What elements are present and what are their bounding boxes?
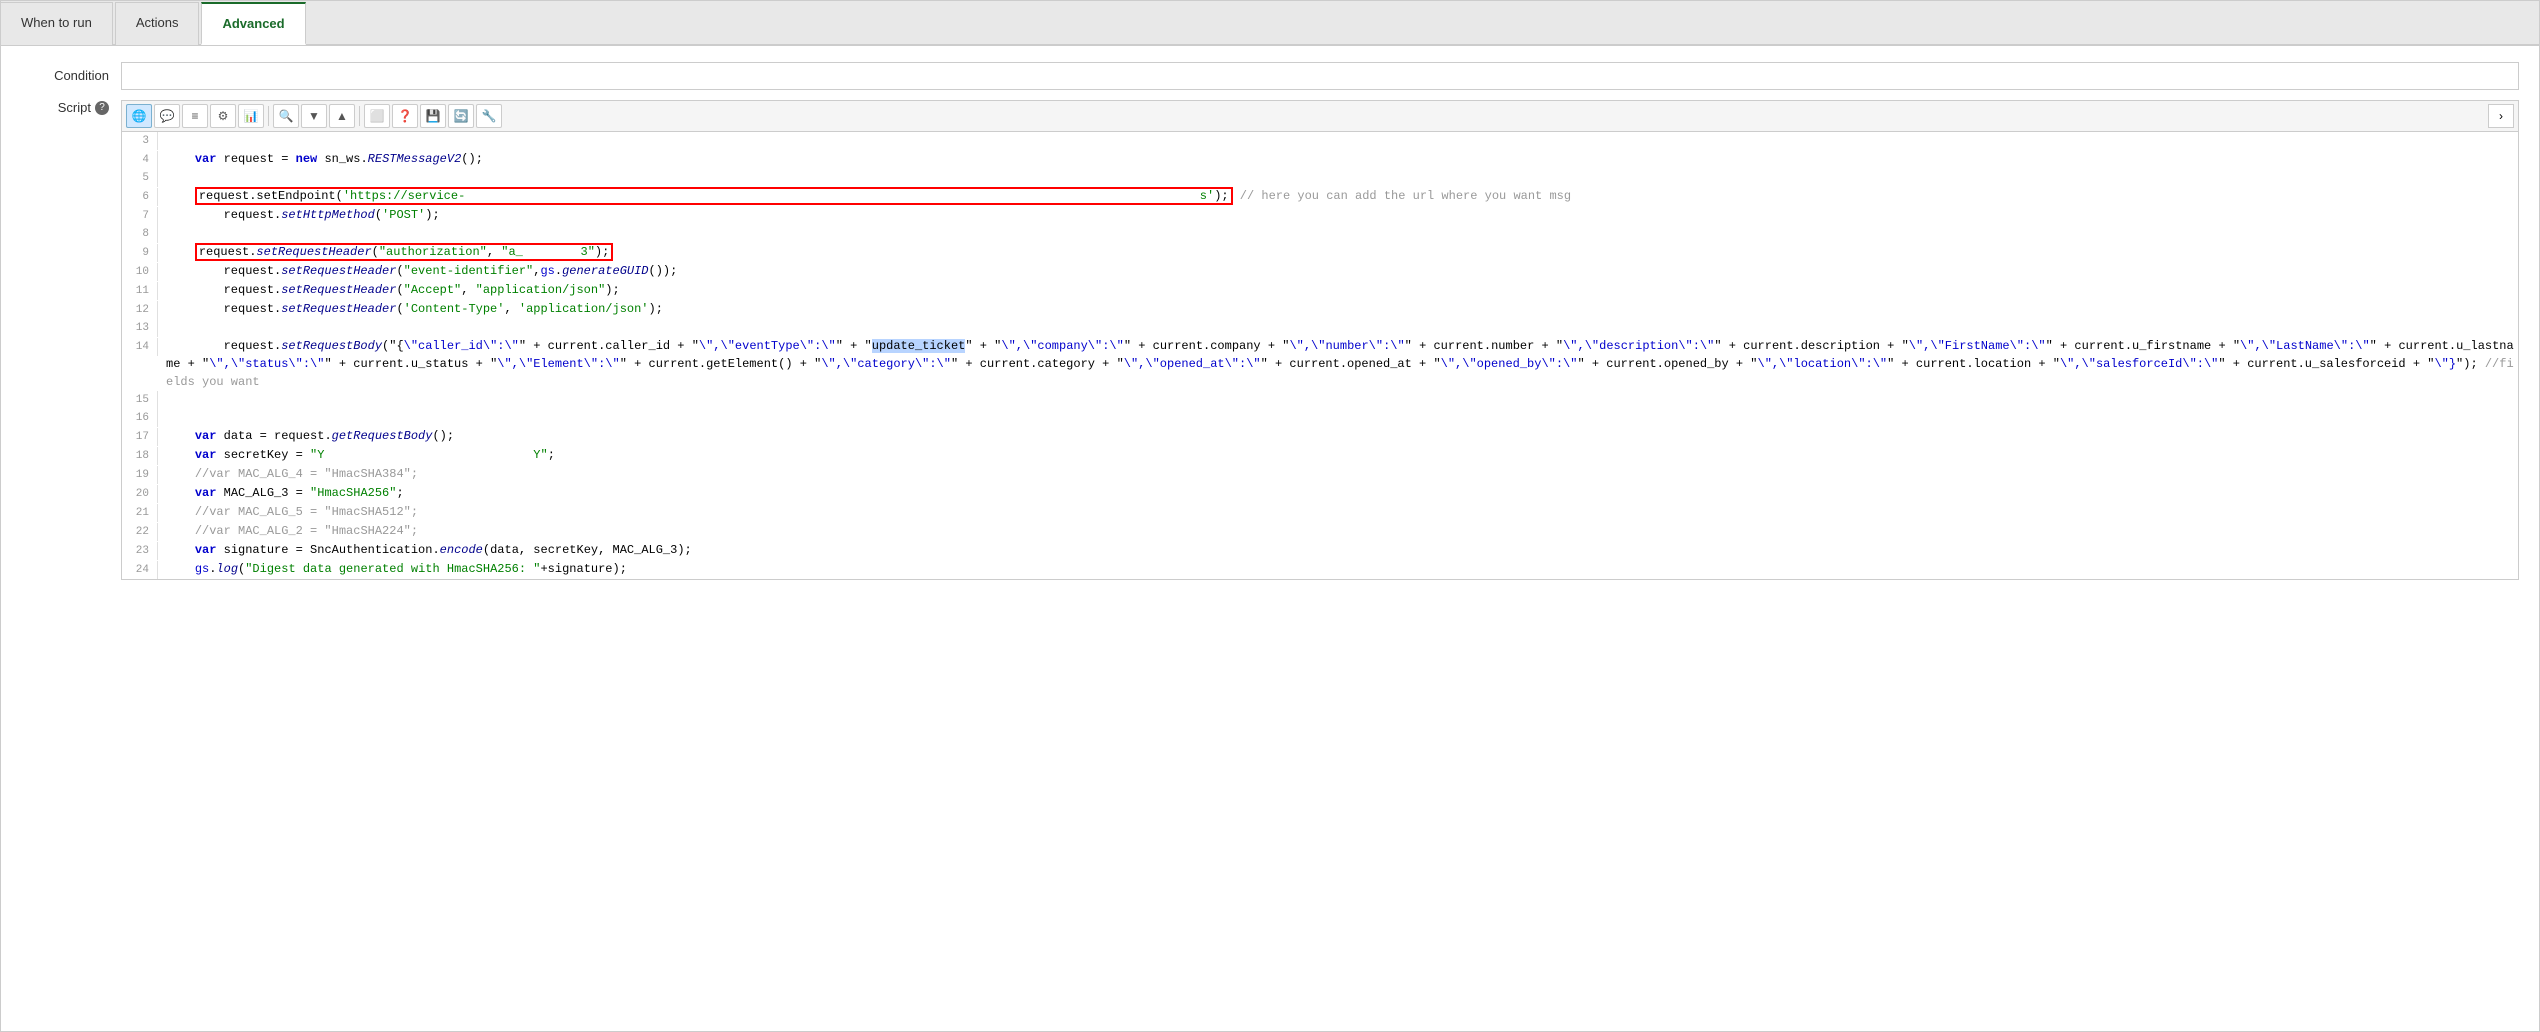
script-row: Script ? 🌐 💬 ≡ ⚙ 📊 🔍 ▼ ▲ ⬜ ❓	[21, 100, 2519, 580]
code-line-6: 6 request.setEndpoint('https://service- …	[122, 187, 2518, 206]
tab-actions[interactable]: Actions	[115, 2, 200, 45]
code-line-15: 15	[122, 391, 2518, 409]
code-line-19: 19 //var MAC_ALG_4 = "HmacSHA384";	[122, 465, 2518, 484]
help-icon[interactable]: ?	[95, 101, 109, 115]
code-line-11: 11 request.setRequestHeader("Accept", "a…	[122, 281, 2518, 300]
code-line-5: 5	[122, 169, 2518, 187]
toolbar-tools-btn[interactable]: 🔧	[476, 104, 502, 128]
code-line-3: 3	[122, 132, 2518, 150]
toolbar-save-btn[interactable]: 💾	[420, 104, 446, 128]
code-line-18: 18 var secretKey = "Y Y";	[122, 446, 2518, 465]
code-line-24: 24 gs.log("Digest data generated with Hm…	[122, 560, 2518, 579]
tab-when-to-run[interactable]: When to run	[1, 2, 113, 45]
code-line-14: 14 request.setRequestBody("{\"caller_id\…	[122, 337, 2518, 391]
condition-field	[121, 62, 2519, 90]
toolbar-chart-btn[interactable]: 📊	[238, 104, 264, 128]
toolbar-comment-btn[interactable]: 💬	[154, 104, 180, 128]
script-label: Script	[58, 100, 91, 115]
code-line-9: 9 request.setRequestHeader("authorizatio…	[122, 243, 2518, 262]
code-line-22: 22 //var MAC_ALG_2 = "HmacSHA224";	[122, 522, 2518, 541]
toolbar-search-btn[interactable]: 🔍	[273, 104, 299, 128]
code-line-7: 7 request.setHttpMethod('POST');	[122, 206, 2518, 225]
toolbar-help-btn[interactable]: ❓	[392, 104, 418, 128]
code-line-17: 17 var data = request.getRequestBody();	[122, 427, 2518, 446]
code-line-20: 20 var MAC_ALG_3 = "HmacSHA256";	[122, 484, 2518, 503]
code-editor[interactable]: 3 4 var request = new sn_ws.RESTMessageV…	[122, 132, 2518, 579]
code-line-23: 23 var signature = SncAuthentication.enc…	[122, 541, 2518, 560]
toolbar-globe-btn[interactable]: 🌐	[126, 104, 152, 128]
code-line-12: 12 request.setRequestHeader('Content-Typ…	[122, 300, 2518, 319]
script-toolbar: 🌐 💬 ≡ ⚙ 📊 🔍 ▼ ▲ ⬜ ❓ 💾 🔄 🔧 ›	[122, 101, 2518, 132]
toolbar-sep2	[359, 106, 360, 126]
toolbar-list-btn[interactable]: ≡	[182, 104, 208, 128]
code-line-8: 8	[122, 225, 2518, 243]
main-container: When to run Actions Advanced Condition S…	[0, 0, 2540, 1032]
code-line-16: 16	[122, 409, 2518, 427]
toolbar-settings-btn[interactable]: ⚙	[210, 104, 236, 128]
code-line-21: 21 //var MAC_ALG_5 = "HmacSHA512";	[122, 503, 2518, 522]
toolbar-dropdown-btn[interactable]: ▼	[301, 104, 327, 128]
toolbar-up-btn[interactable]: ▲	[329, 104, 355, 128]
code-line-4: 4 var request = new sn_ws.RESTMessageV2(…	[122, 150, 2518, 169]
code-line-10: 10 request.setRequestHeader("event-ident…	[122, 262, 2518, 281]
condition-input[interactable]	[121, 62, 2519, 90]
condition-label: Condition	[21, 62, 121, 83]
tab-bar: When to run Actions Advanced	[1, 1, 2539, 46]
script-label-area: Script ?	[21, 100, 121, 115]
toolbar-expand-btn[interactable]: ›	[2488, 104, 2514, 128]
script-editor-container: 🌐 💬 ≡ ⚙ 📊 🔍 ▼ ▲ ⬜ ❓ 💾 🔄 🔧 ›	[121, 100, 2519, 580]
code-line-13: 13	[122, 319, 2518, 337]
tab-content: Condition Script ? 🌐 💬 ≡ ⚙ 📊	[1, 46, 2539, 596]
condition-row: Condition	[21, 62, 2519, 90]
toolbar-sep1	[268, 106, 269, 126]
tab-advanced[interactable]: Advanced	[201, 2, 305, 45]
toolbar-square-btn[interactable]: ⬜	[364, 104, 390, 128]
toolbar-refresh-btn[interactable]: 🔄	[448, 104, 474, 128]
